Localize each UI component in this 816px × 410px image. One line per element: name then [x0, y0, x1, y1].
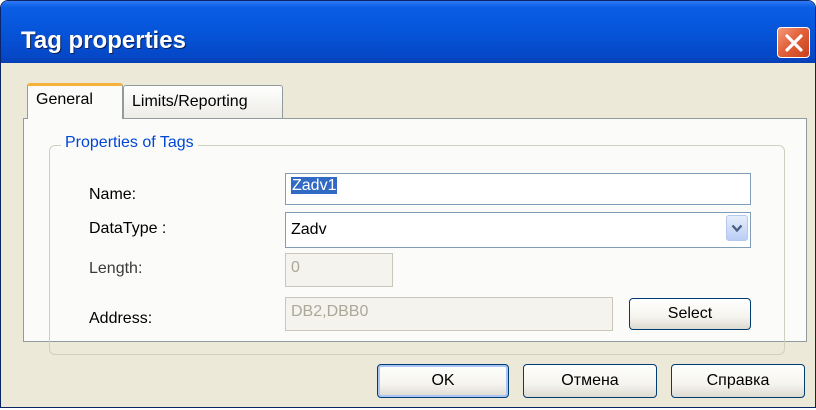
- length-label: Length:: [89, 260, 143, 277]
- datatype-dropdown-button[interactable]: [726, 215, 748, 241]
- groupbox-title: Properties of Tags: [61, 134, 198, 152]
- help-button[interactable]: Справка: [671, 364, 805, 398]
- help-button-label: Справка: [706, 372, 770, 389]
- length-value: 0: [291, 259, 300, 276]
- length-input[interactable]: 0: [285, 253, 393, 287]
- tab-general[interactable]: General: [27, 83, 123, 119]
- name-input[interactable]: Zadv1: [285, 173, 751, 205]
- address-value: DB2,DBB0: [291, 303, 369, 320]
- address-input[interactable]: DB2,DBB0: [285, 297, 613, 331]
- tab-limits-reporting-label: Limits/Reporting: [132, 93, 248, 110]
- tab-limits-reporting[interactable]: Limits/Reporting: [123, 85, 283, 119]
- close-button[interactable]: [777, 27, 810, 58]
- datatype-value: Zadv: [291, 221, 327, 238]
- ok-button-label: OK: [431, 372, 455, 389]
- address-label: Address:: [89, 310, 153, 327]
- datatype-label: DataType :: [89, 220, 167, 237]
- ok-button[interactable]: OK: [377, 364, 509, 398]
- select-button-label: Select: [667, 305, 713, 322]
- cancel-button[interactable]: Отмена: [523, 364, 657, 398]
- name-value: Zadv1: [291, 177, 338, 194]
- select-button[interactable]: Select: [629, 298, 751, 330]
- window-title: Tag properties: [21, 27, 186, 54]
- datatype-select[interactable]: Zadv: [285, 212, 751, 248]
- tab-general-label: General: [36, 91, 93, 108]
- title-bar[interactable]: Tag properties: [1, 1, 815, 63]
- close-icon: [785, 34, 803, 52]
- tag-properties-dialog: Tag properties General Limits/Reporting …: [0, 0, 816, 408]
- cancel-button-label: Отмена: [561, 372, 619, 389]
- chevron-down-icon: [731, 224, 743, 233]
- name-label: Name:: [89, 186, 137, 203]
